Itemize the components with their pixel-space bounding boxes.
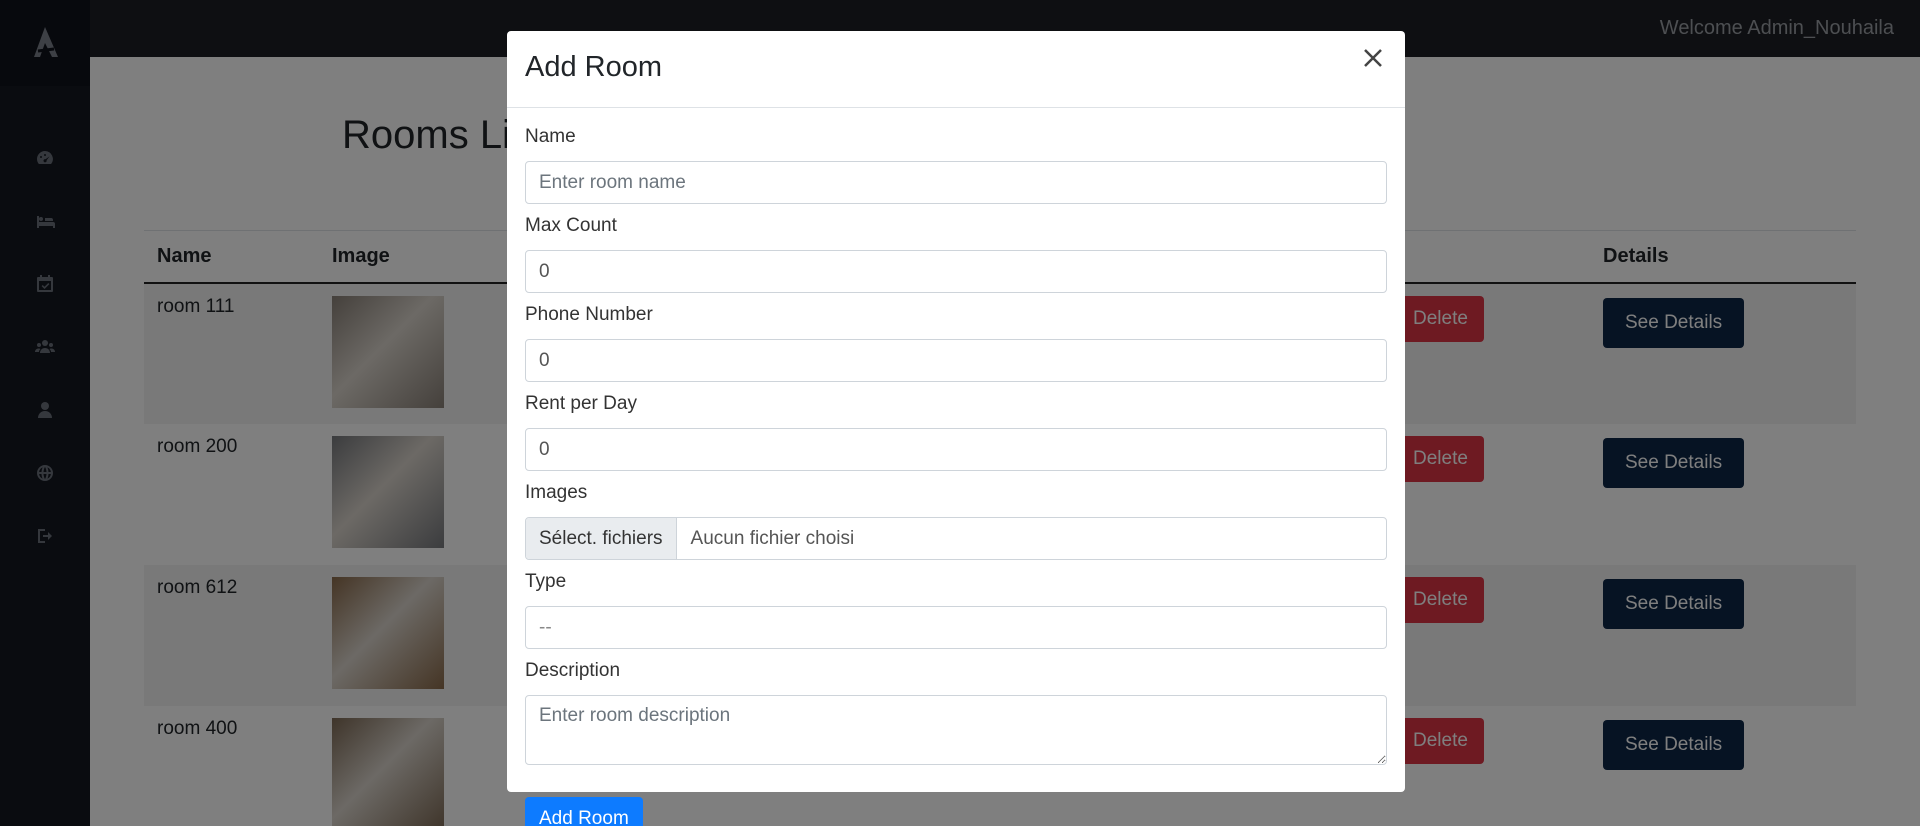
modal-body: Name Max Count Phone Number Rent per Day… — [507, 108, 1405, 826]
type-select[interactable]: -- — [525, 606, 1387, 649]
rent-input[interactable] — [539, 438, 1373, 461]
phone-label: Phone Number — [525, 304, 653, 325]
max-count-label: Max Count — [525, 215, 617, 236]
type-label: Type — [525, 571, 567, 592]
rent-field[interactable] — [525, 428, 1387, 471]
add-room-modal: Add Room Name Max Count Phone Number Ren… — [507, 31, 1405, 826]
file-status-text: Aucun fichier choisi — [690, 527, 855, 549]
type-selected-value: -- — [539, 616, 552, 638]
close-icon — [1364, 48, 1382, 67]
images-label: Images — [525, 482, 588, 503]
name-label: Name — [525, 126, 576, 147]
close-button[interactable] — [1359, 45, 1387, 73]
name-input[interactable] — [539, 171, 1373, 194]
description-textarea[interactable] — [525, 695, 1387, 765]
images-file-input[interactable]: Sélect. fichiers Aucun fichier choisi — [525, 517, 1387, 560]
max-count-field[interactable] — [525, 250, 1387, 293]
rent-label: Rent per Day — [525, 393, 637, 414]
phone-input[interactable] — [539, 349, 1373, 372]
add-room-submit-button[interactable]: Add Room — [525, 797, 643, 826]
name-field[interactable] — [525, 161, 1387, 204]
description-label: Description — [525, 660, 621, 681]
modal-header: Add Room — [507, 31, 1405, 108]
modal-title: Add Room — [525, 51, 663, 83]
choose-files-button[interactable]: Sélect. fichiers — [526, 518, 677, 559]
max-count-input[interactable] — [539, 260, 1373, 283]
phone-field[interactable] — [525, 339, 1387, 382]
